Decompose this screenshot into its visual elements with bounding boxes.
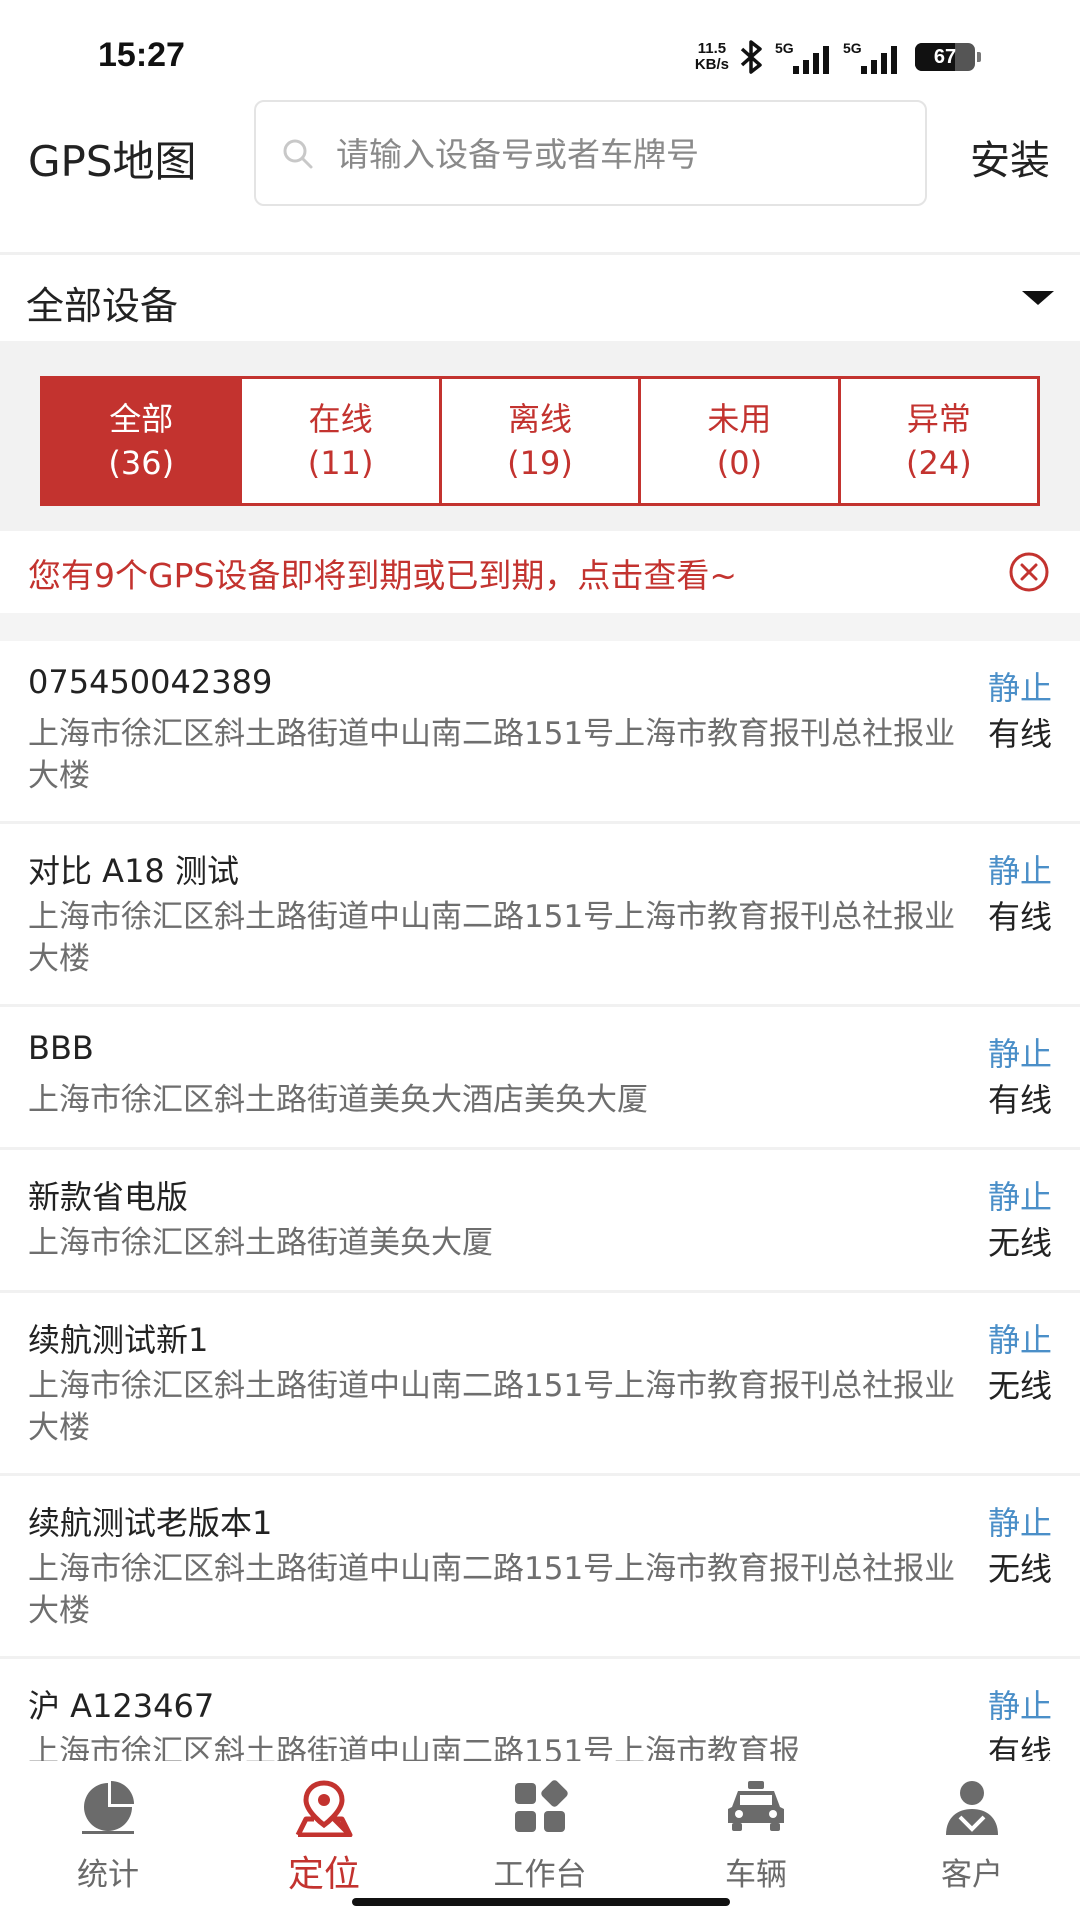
device-filter-label: 全部设备 (26, 284, 179, 328)
customer-icon (942, 1779, 1002, 1841)
device-name: 沪 A123467 (28, 1687, 215, 1725)
device-connection-type: 有线 (987, 898, 1052, 936)
nav-item-workbench[interactable]: 工作台 (440, 1761, 640, 1901)
device-motion-state: 静止 (987, 1178, 1052, 1216)
device-motion-state: 静止 (987, 852, 1052, 890)
nav-label: 工作台 (493, 1857, 587, 1893)
tab-count: (24) (905, 444, 972, 482)
network-speed-unit: KB/s (694, 56, 729, 73)
tab-online[interactable]: 在线 (11) (242, 379, 439, 503)
bluetooth-icon (739, 40, 765, 74)
device-connection-type: 无线 (987, 1367, 1052, 1405)
pie-chart-icon (78, 1779, 138, 1839)
network-speed-value: 11.5 (697, 40, 727, 57)
device-connection-type: 无线 (987, 1224, 1052, 1262)
status-tabs: 全部 (36) 在线 (11) 离线 (19) 未用 (0) 异常 (24) (40, 376, 1040, 506)
tab-count: (0) (716, 444, 763, 482)
device-address: 上海市徐汇区斜土路街道美奂大酒店美奂大厦 (28, 1082, 648, 1118)
device-name: 续航测试新1 (28, 1321, 209, 1359)
device-motion-state: 静止 (987, 1035, 1052, 1073)
list-item[interactable]: 075450042389 上海市徐汇区斜土路街道中山南二路151号上海市教育报刊… (0, 641, 1080, 824)
app-header: GPS地图 安装 (0, 100, 1080, 252)
search-icon (282, 138, 314, 174)
location-pin-icon (292, 1779, 356, 1841)
tab-label: 全部 (109, 400, 174, 438)
device-address: 上海市徐汇区斜土路街道中山南二路151号上海市教育报刊总社报业大楼 (28, 899, 956, 977)
expiry-notice[interactable]: 您有9个GPS设备即将到期或已到期，点击查看~ (0, 531, 1080, 613)
car-icon (724, 1779, 788, 1839)
tab-label: 在线 (308, 400, 373, 438)
device-connection-type: 有线 (987, 1733, 1052, 1761)
nav-label: 统计 (77, 1857, 139, 1893)
device-address: 上海市徐汇区斜土路街道中山南二路151号上海市教育报刊总社报业大楼 (28, 716, 956, 794)
tab-abnormal[interactable]: 异常 (24) (840, 379, 1038, 503)
expiry-notice-text: 您有9个GPS设备即将到期或已到期，点击查看~ (28, 556, 738, 595)
section-gap (0, 613, 1080, 641)
tab-label: 未用 (707, 400, 772, 438)
nav-item-customers[interactable]: 客户 (872, 1761, 1072, 1901)
tab-label: 离线 (508, 400, 573, 438)
device-name: 续航测试老版本1 (28, 1504, 273, 1542)
list-item[interactable]: 续航测试新1 上海市徐汇区斜土路街道中山南二路151号上海市教育报刊总社报业大楼… (0, 1293, 1080, 1476)
nav-item-vehicles[interactable]: 车辆 (656, 1761, 856, 1901)
nav-label: 客户 (941, 1857, 1003, 1893)
network-speed: 11.5 KB/s (695, 41, 729, 73)
device-motion-state: 静止 (987, 1321, 1052, 1359)
caret-down-icon (1022, 291, 1054, 305)
sim1-network-tag: 5G (775, 40, 794, 56)
battery-icon: 67 (915, 43, 981, 71)
device-name: 075450042389 (28, 663, 273, 701)
close-icon[interactable] (1008, 551, 1050, 597)
install-button[interactable]: 安装 (970, 128, 1050, 186)
signal-sim2-icon: 5G (843, 40, 901, 74)
device-address: 上海市徐汇区斜土路街道美奂大厦 (28, 1225, 493, 1261)
page-title: GPS地图 (28, 137, 197, 186)
status-bar: 15:27 11.5 KB/s 5G 5G 67 (0, 0, 1080, 100)
tab-label: 异常 (906, 400, 971, 438)
nav-item-location[interactable]: 定位 (224, 1761, 424, 1901)
nav-label: 车辆 (725, 1857, 787, 1893)
tab-count: (19) (507, 444, 573, 482)
status-indicators: 11.5 KB/s 5G 5G 67 (695, 38, 981, 76)
tab-all[interactable]: 全部 (36) (43, 379, 240, 503)
nav-item-statistics[interactable]: 统计 (8, 1761, 208, 1901)
device-motion-state: 静止 (987, 1504, 1052, 1542)
device-name: 对比 A18 测试 (28, 852, 239, 890)
device-connection-type: 有线 (987, 1081, 1052, 1119)
workbench-icon (512, 1779, 568, 1839)
list-item[interactable]: 对比 A18 测试 上海市徐汇区斜土路街道中山南二路151号上海市教育报刊总社报… (0, 824, 1080, 1007)
tab-count: (36) (108, 444, 175, 482)
device-address: 上海市徐汇区斜土路街道中山南二路151号上海市教育报刊总社报业大楼 (28, 1368, 956, 1446)
sim2-network-tag: 5G (843, 40, 862, 56)
device-name: 新款省电版 (28, 1178, 189, 1216)
device-motion-state: 静止 (987, 669, 1052, 707)
device-name: BBB (28, 1029, 94, 1067)
list-item[interactable]: 新款省电版 上海市徐汇区斜土路街道美奂大厦 静止 无线 (0, 1150, 1080, 1293)
nav-label: 定位 (287, 1854, 360, 1895)
status-tabs-area: 全部 (36) 在线 (11) 离线 (19) 未用 (0) 异常 (24) (0, 341, 1080, 531)
device-motion-state: 静止 (987, 1687, 1052, 1725)
search-box[interactable] (254, 100, 927, 206)
device-list[interactable]: 075450042389 上海市徐汇区斜土路街道中山南二路151号上海市教育报刊… (0, 641, 1080, 1761)
list-item[interactable]: 沪 A123467 上海市徐汇区斜土路街道中山南二路151号上海市教育报 静止 … (0, 1659, 1080, 1761)
device-filter-dropdown[interactable]: 全部设备 (0, 255, 1080, 341)
tab-count: (11) (307, 444, 374, 482)
home-indicator (352, 1898, 730, 1906)
status-time: 15:27 (98, 36, 185, 74)
tab-unused[interactable]: 未用 (0) (641, 379, 838, 503)
signal-sim1-icon: 5G (775, 40, 833, 74)
device-address: 上海市徐汇区斜土路街道中山南二路151号上海市教育报 (28, 1734, 801, 1761)
tab-offline[interactable]: 离线 (19) (441, 379, 639, 503)
list-item[interactable]: 续航测试老版本1 上海市徐汇区斜土路街道中山南二路151号上海市教育报刊总社报业… (0, 1476, 1080, 1659)
device-connection-type: 有线 (987, 715, 1052, 753)
device-connection-type: 无线 (987, 1550, 1052, 1588)
device-address: 上海市徐汇区斜土路街道中山南二路151号上海市教育报刊总社报业大楼 (28, 1551, 956, 1629)
search-input[interactable] (334, 124, 898, 184)
list-item[interactable]: BBB 上海市徐汇区斜土路街道美奂大酒店美奂大厦 静止 有线 (0, 1007, 1080, 1150)
battery-level: 67 (933, 45, 957, 68)
bottom-navigation: 统计 定位 工作台 车辆 客户 (0, 1761, 1080, 1920)
